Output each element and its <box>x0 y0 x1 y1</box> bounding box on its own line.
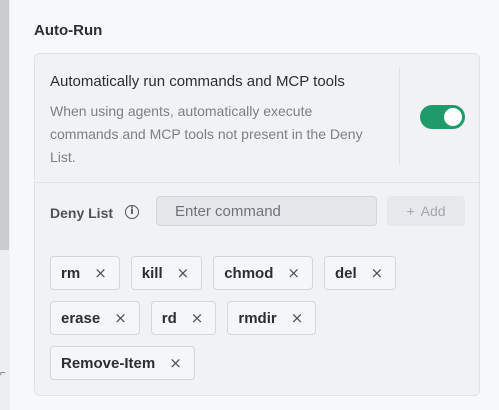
deny-chip: erase × <box>50 301 140 335</box>
chip-label: del <box>334 264 357 282</box>
section-title: Auto-Run <box>34 22 103 39</box>
chip-label: rm <box>61 264 81 282</box>
divider <box>399 68 400 164</box>
add-button-label: Add <box>420 203 446 219</box>
chip-label: Remove-Item <box>61 354 156 372</box>
auto-run-title: Automatically run commands and MCP tools <box>50 73 345 90</box>
chip-row: rm × kill × chmod × del × <box>50 256 470 290</box>
cursor-marker: ⌐ <box>0 368 6 379</box>
deny-chip: rd × <box>150 301 217 335</box>
deny-chip: Remove-Item × <box>50 346 195 380</box>
deny-chip: chmod × <box>213 256 313 290</box>
auto-run-setting: Automatically run commands and MCP tools… <box>35 54 479 183</box>
close-icon[interactable]: × <box>177 264 190 282</box>
deny-list-label: Deny List <box>50 205 114 221</box>
chip-label: chmod <box>224 264 274 282</box>
auto-run-toggle[interactable] <box>420 105 465 129</box>
chip-label: kill <box>141 264 163 282</box>
close-icon[interactable]: × <box>94 264 107 282</box>
close-icon[interactable]: × <box>291 309 304 327</box>
chip-row: erase × rd × rmdir × <box>50 301 470 335</box>
close-icon[interactable]: × <box>371 264 384 282</box>
close-icon[interactable]: × <box>287 264 300 282</box>
deny-chip: rm × <box>50 256 120 290</box>
deny-chip: rmdir × <box>227 301 317 335</box>
chip-label: rd <box>161 309 177 327</box>
chip-row: Remove-Item × <box>50 346 470 380</box>
close-icon[interactable]: × <box>114 309 127 327</box>
toggle-knob <box>444 108 462 126</box>
deny-chip: kill × <box>130 256 203 290</box>
chip-label: erase <box>61 309 101 327</box>
left-scrollbar[interactable] <box>0 0 9 250</box>
command-input[interactable] <box>156 196 377 226</box>
close-icon[interactable]: × <box>169 354 182 372</box>
auto-run-description: When using agents, automatically execute… <box>50 103 363 165</box>
chip-label: rmdir <box>238 309 277 327</box>
add-button[interactable]: + Add <box>387 196 465 226</box>
deny-list-chips: rm × kill × chmod × del × erase × rd × r… <box>50 256 470 391</box>
info-icon[interactable]: i <box>125 205 139 219</box>
auto-run-card: Automatically run commands and MCP tools… <box>34 53 480 396</box>
plus-icon: + <box>406 203 415 219</box>
close-icon[interactable]: × <box>191 309 204 327</box>
deny-chip: del × <box>323 256 397 290</box>
